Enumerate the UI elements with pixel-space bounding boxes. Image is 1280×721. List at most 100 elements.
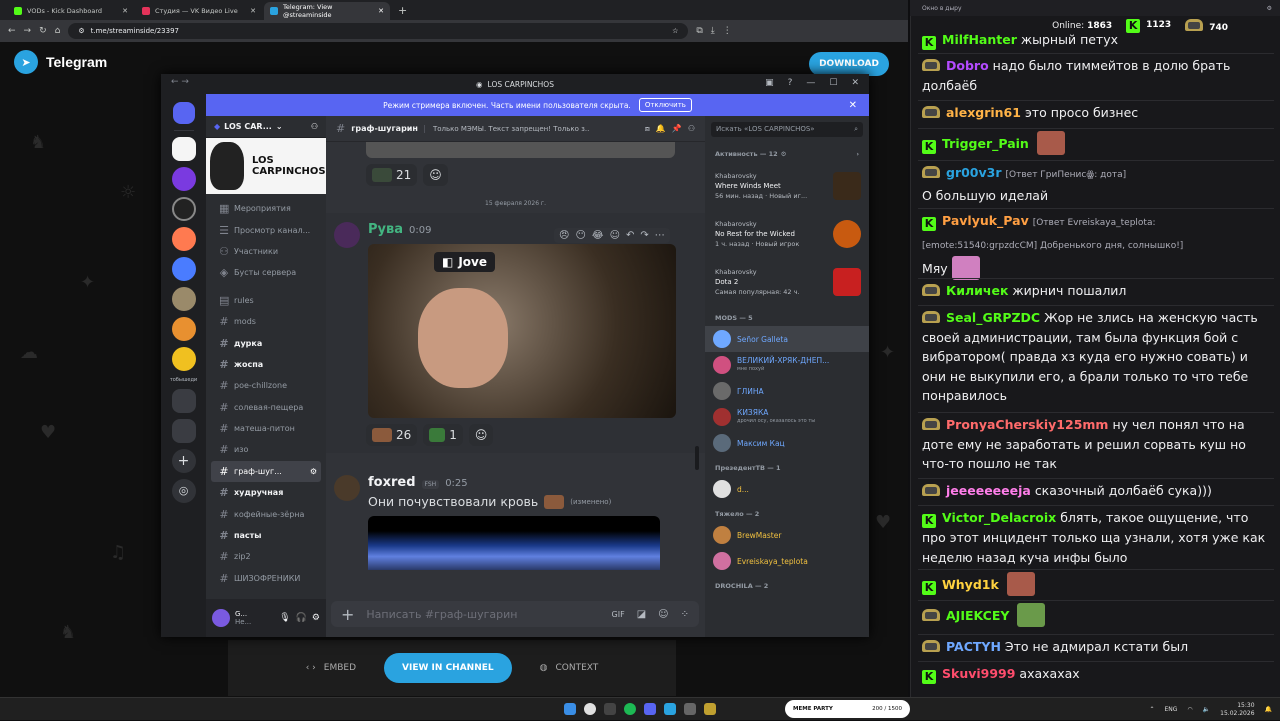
- volume-icon[interactable]: 🔈: [1203, 706, 1210, 713]
- close-icon[interactable]: ✕: [851, 78, 859, 88]
- channel-durka[interactable]: # дурка: [206, 332, 326, 353]
- member-item[interactable]: Señor Galleta: [705, 326, 869, 352]
- author-name[interactable]: Рува: [368, 222, 403, 237]
- chat-nickname[interactable]: PronyaCherskiy125mm: [946, 417, 1108, 432]
- channel-poe-chillzone[interactable]: # poe-chillzone: [206, 375, 326, 396]
- folder-icon[interactable]: [704, 703, 716, 715]
- pins-icon[interactable]: 📌: [672, 124, 682, 133]
- quick-reaction-icon[interactable]: 😶: [575, 230, 585, 241]
- server-icon[interactable]: [171, 347, 196, 371]
- wifi-icon[interactable]: ◠: [1187, 706, 1192, 713]
- chat-nickname[interactable]: Trigger_Pain: [942, 136, 1029, 151]
- channel-zhospa[interactable]: # жоспа: [206, 354, 326, 375]
- channel-settings-icon[interactable]: ⚙: [310, 467, 317, 476]
- chat-nickname[interactable]: PACTYH: [946, 639, 1001, 654]
- chat-nickname[interactable]: MilfHanter: [942, 32, 1017, 47]
- channel-pasty[interactable]: # пасты: [206, 525, 326, 546]
- add-attachment-icon[interactable]: +: [341, 605, 354, 624]
- server-icon[interactable]: [171, 287, 196, 311]
- quick-reaction-icon[interactable]: 😂: [592, 230, 604, 241]
- telegram-brand[interactable]: Telegram: [46, 54, 107, 70]
- settings-icon[interactable]: ⚙: [781, 150, 787, 158]
- reply-icon[interactable]: ↶: [626, 230, 634, 241]
- reaction-button[interactable]: 26: [366, 424, 418, 446]
- app-icon[interactable]: [684, 703, 696, 715]
- minimize-icon[interactable]: —: [806, 78, 815, 88]
- gif-image[interactable]: ◧ Jove: [368, 244, 676, 418]
- channel-topic[interactable]: Только МЭМЫ. Текст запрещен! Только з...: [423, 124, 589, 133]
- composer-input[interactable]: Написать #граф-шугарин: [366, 608, 517, 621]
- browser-tab-vk[interactable]: Студия — VK Видео Live ✕: [136, 2, 262, 20]
- previous-image[interactable]: [366, 142, 675, 158]
- more-icon[interactable]: ⋯: [655, 230, 665, 241]
- scrollbar[interactable]: [695, 446, 699, 470]
- quick-reaction-icon[interactable]: 😠: [559, 230, 569, 241]
- member-item[interactable]: Evreiskaya_teplota: [705, 548, 869, 574]
- chat-nickname[interactable]: Victor_Delacroix: [942, 510, 1056, 525]
- reload-icon[interactable]: ↻: [39, 26, 47, 36]
- embed-button[interactable]: ‹ › EMBED: [306, 663, 356, 673]
- add-server-icon[interactable]: +: [171, 449, 196, 473]
- server-los-carpinchos[interactable]: [171, 137, 196, 161]
- windows-start-icon[interactable]: [564, 703, 576, 715]
- channel-zip2[interactable]: # zip2: [206, 546, 326, 567]
- server-search[interactable]: Искать «LOS CARPINCHOS» ⌕: [705, 116, 869, 142]
- channel-izo[interactable]: # изо: [206, 439, 326, 460]
- channel-kofeinye-zerna[interactable]: # кофейные-зёрна: [206, 503, 326, 524]
- help-icon[interactable]: ?: [788, 78, 793, 88]
- chat-nickname[interactable]: alexgrin61: [946, 105, 1021, 120]
- video-image[interactable]: [368, 516, 660, 570]
- add-member-icon[interactable]: ⚇: [311, 122, 318, 131]
- spotify-icon[interactable]: [624, 703, 636, 715]
- sticker-icon[interactable]: ◪: [637, 609, 646, 620]
- channel-graf-shugarin[interactable]: # граф-шуг... ⚙: [211, 460, 321, 483]
- inbox-icon[interactable]: ▣: [765, 78, 774, 88]
- download-button[interactable]: DOWNLOAD: [809, 52, 889, 76]
- chat-nickname[interactable]: Seal_GRPZDC: [946, 310, 1040, 325]
- close-banner-icon[interactable]: ✕: [849, 100, 857, 111]
- view-in-channel-button[interactable]: VIEW IN CHANNEL: [384, 653, 512, 683]
- maximize-icon[interactable]: ☐: [829, 78, 837, 88]
- chat-nickname[interactable]: Pavlyuk_Pav: [942, 213, 1029, 228]
- threads-icon[interactable]: ⧈: [645, 124, 650, 134]
- steam-icon[interactable]: [604, 703, 616, 715]
- channel-shizofreniki[interactable]: # ШИЗОФРЕНИКИ: [206, 568, 326, 589]
- chat-nickname[interactable]: AJIEKCEY: [946, 608, 1009, 623]
- server-icon[interactable]: [171, 197, 196, 221]
- member-item[interactable]: КИЗЯКА дрочил осу, оказалось это ты: [705, 404, 869, 430]
- reaction-button[interactable]: 21: [366, 164, 418, 186]
- extensions-icon[interactable]: ⧉: [696, 26, 702, 36]
- menu-members[interactable]: ⚇ Участники: [206, 241, 326, 262]
- close-tab-icon[interactable]: ✕: [122, 7, 128, 15]
- forward-icon[interactable]: ↷: [640, 230, 648, 241]
- apps-icon[interactable]: ⁘: [681, 609, 689, 620]
- back-forward-icon[interactable]: ← →: [171, 77, 189, 87]
- channel-solevaya-peschera[interactable]: # солевая-пещера: [206, 397, 326, 418]
- notifications-icon[interactable]: 🔔: [656, 124, 666, 133]
- guild-tag[interactable]: FSH: [421, 480, 440, 489]
- close-tab-icon[interactable]: ✕: [250, 7, 256, 15]
- discord-icon[interactable]: [644, 703, 656, 715]
- download-icon[interactable]: ⤓: [711, 26, 715, 36]
- member-list-icon[interactable]: ⚇: [688, 124, 695, 133]
- member-item[interactable]: BrewMaster: [705, 522, 869, 548]
- bookmark-star-icon[interactable]: ☆: [672, 27, 678, 35]
- server-folder[interactable]: [171, 419, 196, 443]
- chat-nickname[interactable]: Skuvi9999: [942, 666, 1015, 681]
- telegram-logo-icon[interactable]: ➤: [14, 50, 38, 74]
- clock[interactable]: 15:30 15.02.2026: [1220, 702, 1254, 718]
- add-reaction-icon[interactable]: ☺: [468, 424, 494, 446]
- chevron-up-icon[interactable]: ⌃: [1149, 706, 1154, 713]
- menu-events[interactable]: ▦ Мероприятия: [206, 198, 326, 219]
- discover-icon[interactable]: ◎: [171, 479, 196, 503]
- meme-party-widget[interactable]: MEME PARTY 200 / 1500: [785, 700, 910, 718]
- add-reaction-icon[interactable]: ☺: [423, 164, 448, 186]
- emoji-picker-icon[interactable]: ☺: [658, 609, 668, 620]
- server-icon[interactable]: [171, 227, 196, 251]
- user-avatar[interactable]: [212, 609, 230, 627]
- disable-streamer-mode-button[interactable]: Отключить: [638, 98, 692, 112]
- chat-nickname[interactable]: Dobro: [946, 58, 989, 73]
- server-icon[interactable]: [171, 257, 196, 281]
- channel-mods[interactable]: # mods: [206, 311, 326, 332]
- add-reaction-icon[interactable]: ☺: [610, 230, 620, 241]
